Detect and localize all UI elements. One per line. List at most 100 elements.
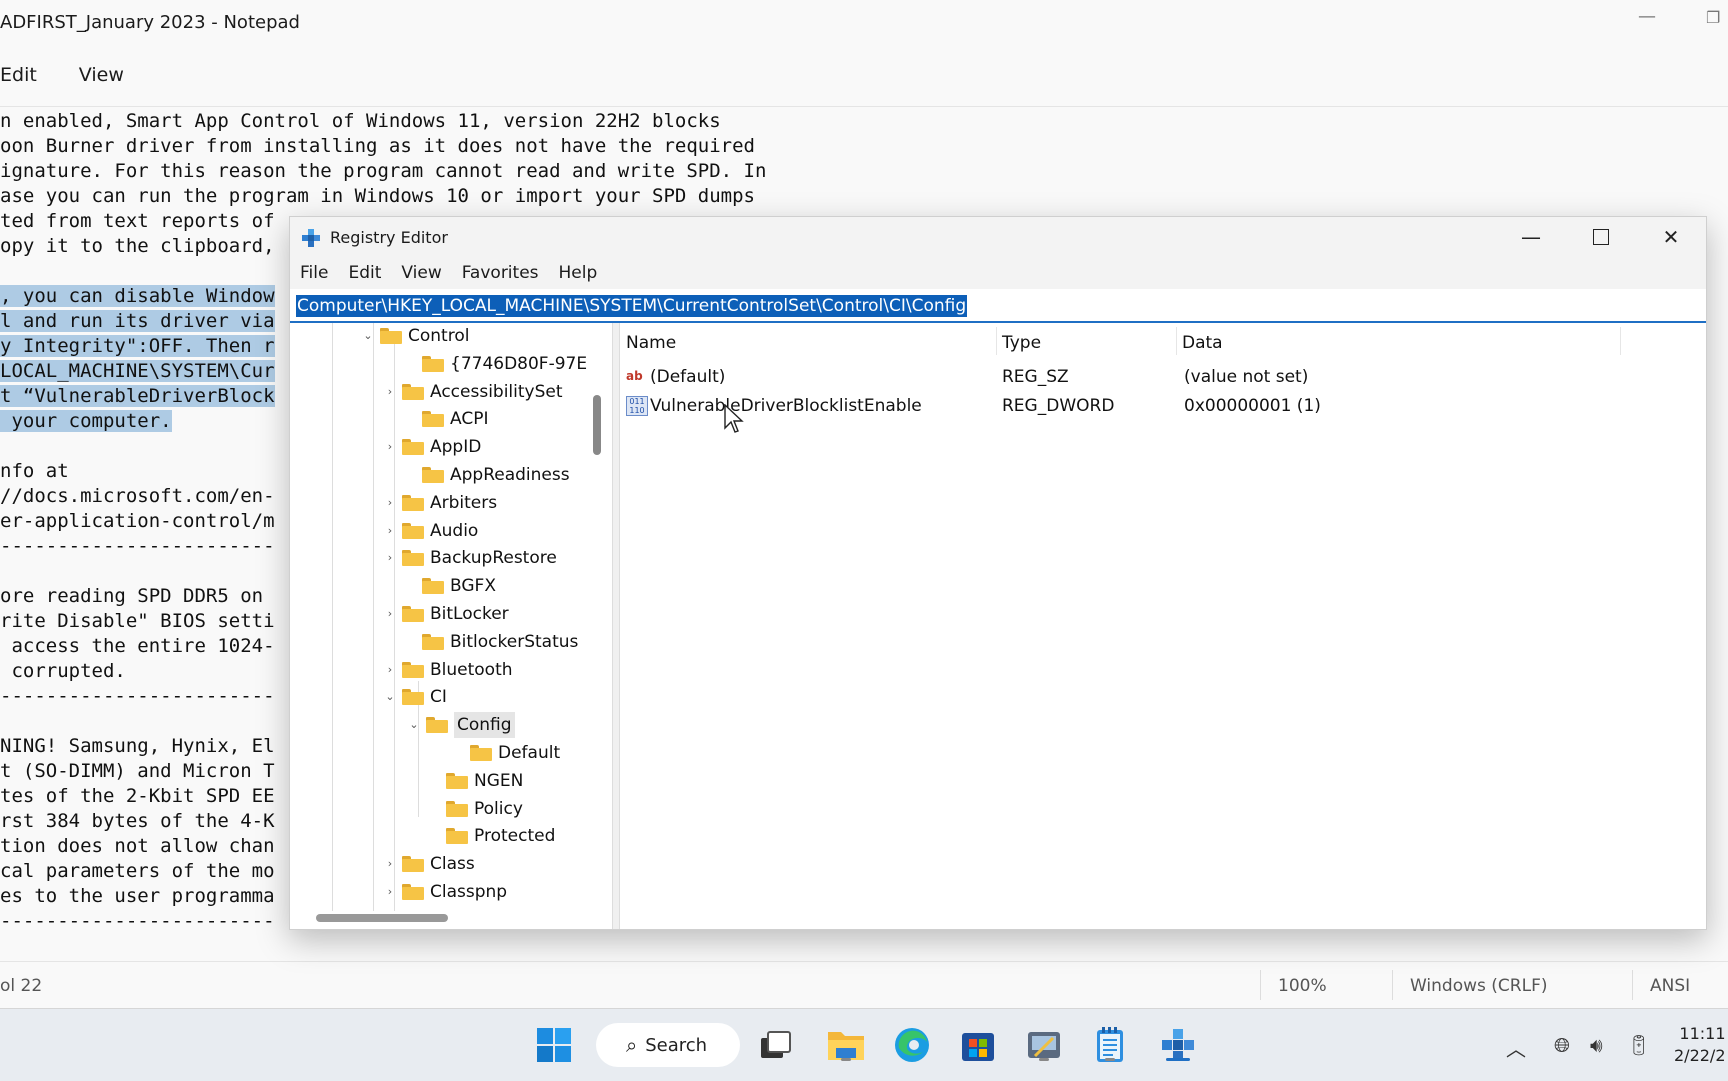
value-row-vulnerable-driver[interactable]: 011 110 VulnerableDriverBlocklistEnable R…	[620, 392, 1706, 420]
chevron-right-icon[interactable]: ›	[382, 884, 398, 900]
line-text: //docs.microsoft.com/en-	[0, 485, 275, 507]
menu-view[interactable]: View	[391, 257, 451, 289]
tree-node[interactable]: Protected	[446, 823, 555, 849]
chevron-right-icon[interactable]: ›	[382, 856, 398, 872]
battery-icon[interactable]: 🔋︎	[1626, 1033, 1651, 1057]
chevron-down-icon[interactable]: ⌄	[406, 717, 422, 733]
chevron-right-icon[interactable]: ›	[382, 550, 398, 566]
column-header-data[interactable]: Data	[1182, 333, 1223, 353]
notepad-text-line: n enabled, Smart App Control of Windows …	[0, 109, 721, 134]
registry-tree[interactable]: ⌄ Control {7746D80F-97E › AccessibilitySet AC…	[290, 323, 612, 911]
values-list[interactable]: Name Type Data ab (Default) REG_SZ (valu…	[620, 323, 1706, 929]
pane-splitter[interactable]	[612, 323, 620, 929]
tree-node[interactable]: BitlockerStatus	[422, 629, 578, 655]
zoom-level: 100%	[1278, 976, 1327, 996]
folder-icon	[446, 772, 468, 789]
tree-node[interactable]: Policy	[446, 796, 523, 822]
notepad-text-line: nfo at	[0, 459, 69, 484]
menu-file[interactable]: File	[290, 257, 338, 289]
line-text: your computer.	[0, 410, 172, 432]
chevron-down-icon[interactable]: ⌄	[382, 689, 398, 705]
registry-titlebar[interactable]: Registry Editor — ✕	[290, 217, 1706, 257]
address-bar[interactable]: Computer\HKEY_LOCAL_MACHINE\SYSTEM\Curre…	[290, 291, 1706, 323]
tree-node-label: Bluetooth	[430, 659, 513, 680]
notepad-text-line: t “VulnerableDriverBlock	[0, 384, 275, 409]
show-hidden-icons-chevron-icon[interactable]: ︿	[1506, 1033, 1526, 1062]
tree-node[interactable]: › BitLocker	[382, 601, 509, 627]
chevron-right-icon[interactable]: ›	[382, 495, 398, 511]
tree-vertical-scrollbar[interactable]	[593, 395, 601, 455]
line-text: access the entire 1024-	[0, 635, 275, 657]
edge-button[interactable]	[890, 1023, 934, 1067]
menu-help[interactable]: Help	[549, 257, 608, 289]
chevron-right-icon[interactable]: ›	[382, 384, 398, 400]
notepad-taskbar-button[interactable]	[1088, 1023, 1132, 1067]
notepad-text-line: rite Disable" BIOS setti	[0, 609, 275, 634]
value-row-default[interactable]: ab (Default) REG_SZ (value not set)	[620, 363, 1706, 391]
tree-node[interactable]: › Class	[382, 851, 475, 877]
task-view-button[interactable]	[754, 1023, 798, 1067]
tree-node[interactable]: AppReadiness	[422, 462, 570, 488]
column-header-name[interactable]: Name	[626, 333, 676, 353]
tree-node[interactable]: › Classpnp	[382, 879, 507, 905]
edge-browser-icon	[895, 1028, 929, 1062]
tree-node[interactable]: ⌄ Control	[360, 323, 469, 349]
line-text: y Integrity":OFF. Then r	[0, 335, 275, 357]
chevron-right-icon[interactable]: ›	[382, 606, 398, 622]
cursor-position: ol 22	[0, 976, 43, 996]
tree-node-label: Policy	[474, 798, 523, 819]
tree-node[interactable]: NGEN	[446, 768, 523, 794]
tree-node-label: Arbiters	[430, 492, 498, 513]
tree-node-label: CI	[430, 687, 447, 708]
tree-node[interactable]: › AccessibilitySet	[382, 379, 563, 405]
store-button[interactable]	[956, 1023, 1000, 1067]
system-clock[interactable]: 11:11 2/22/2	[1674, 1023, 1726, 1067]
notepad-text-line: ignature. For this reason the program ca…	[0, 159, 766, 184]
tree-node[interactable]: ⌄ Config	[406, 712, 515, 739]
tree-node[interactable]: ⌄ CI	[382, 684, 447, 710]
menu-view[interactable]: View	[79, 64, 124, 100]
line-text: ore reading SPD DDR5 on	[0, 585, 264, 607]
notepad-menu: Edit View	[0, 64, 166, 100]
notepad-titlebar[interactable]: ADFIRST_January 2023 - Notepad — ❐	[0, 0, 1728, 48]
minimize-icon[interactable]: —	[1638, 6, 1656, 27]
network-globe-icon[interactable]: 🌐︎	[1554, 1033, 1570, 1057]
chevron-right-icon[interactable]: ›	[382, 523, 398, 539]
folder-icon	[402, 884, 424, 900]
chevron-down-icon[interactable]: ⌄	[360, 328, 376, 344]
folder-icon	[422, 355, 444, 372]
tree-node[interactable]: BGFX	[422, 573, 496, 599]
menu-edit[interactable]: Edit	[338, 257, 391, 289]
line-text: cal parameters of the mo	[0, 860, 275, 882]
minimize-button[interactable]: —	[1496, 217, 1566, 257]
folder-icon	[402, 661, 424, 678]
tree-node[interactable]: ACPI	[422, 406, 488, 432]
taskbar-search-box[interactable]: ⌕ Search	[596, 1023, 740, 1067]
volume-icon[interactable]: 🔊︎	[1590, 1033, 1603, 1057]
menu-edit[interactable]: Edit	[0, 64, 37, 100]
close-button[interactable]: ✕	[1636, 217, 1706, 257]
tree-node-label: Default	[498, 743, 561, 763]
tree-node[interactable]: › Arbiters	[382, 490, 497, 516]
address-path[interactable]: Computer\HKEY_LOCAL_MACHINE\SYSTEM\Curre…	[296, 295, 968, 317]
tree-node[interactable]: › Bluetooth	[382, 657, 513, 683]
tree-node[interactable]: › AppID	[382, 434, 482, 460]
tree-horizontal-scrollbar[interactable]	[316, 914, 448, 922]
column-header-type[interactable]: Type	[1002, 333, 1041, 353]
chevron-right-icon[interactable]: ›	[382, 439, 398, 455]
tree-node[interactable]: › BackupRestore	[382, 545, 557, 571]
tree-node-label: ACPI	[450, 409, 489, 430]
maximize-button[interactable]	[1566, 217, 1636, 257]
start-button[interactable]	[532, 1023, 576, 1067]
tree-node[interactable]: Default	[470, 740, 560, 766]
tree-node-label: Audio	[430, 520, 479, 541]
thaiphoon-app-button[interactable]	[1022, 1023, 1066, 1067]
file-explorer-button[interactable]	[824, 1023, 868, 1067]
tree-node[interactable]: › Audio	[382, 518, 479, 544]
windows-start-icon	[537, 1028, 571, 1062]
registry-editor-taskbar-button[interactable]	[1156, 1023, 1200, 1067]
restore-icon[interactable]: ❐	[1706, 8, 1720, 27]
tree-node[interactable]: {7746D80F-97E	[422, 351, 587, 377]
chevron-right-icon[interactable]: ›	[382, 662, 398, 678]
menu-favorites[interactable]: Favorites	[452, 257, 549, 289]
